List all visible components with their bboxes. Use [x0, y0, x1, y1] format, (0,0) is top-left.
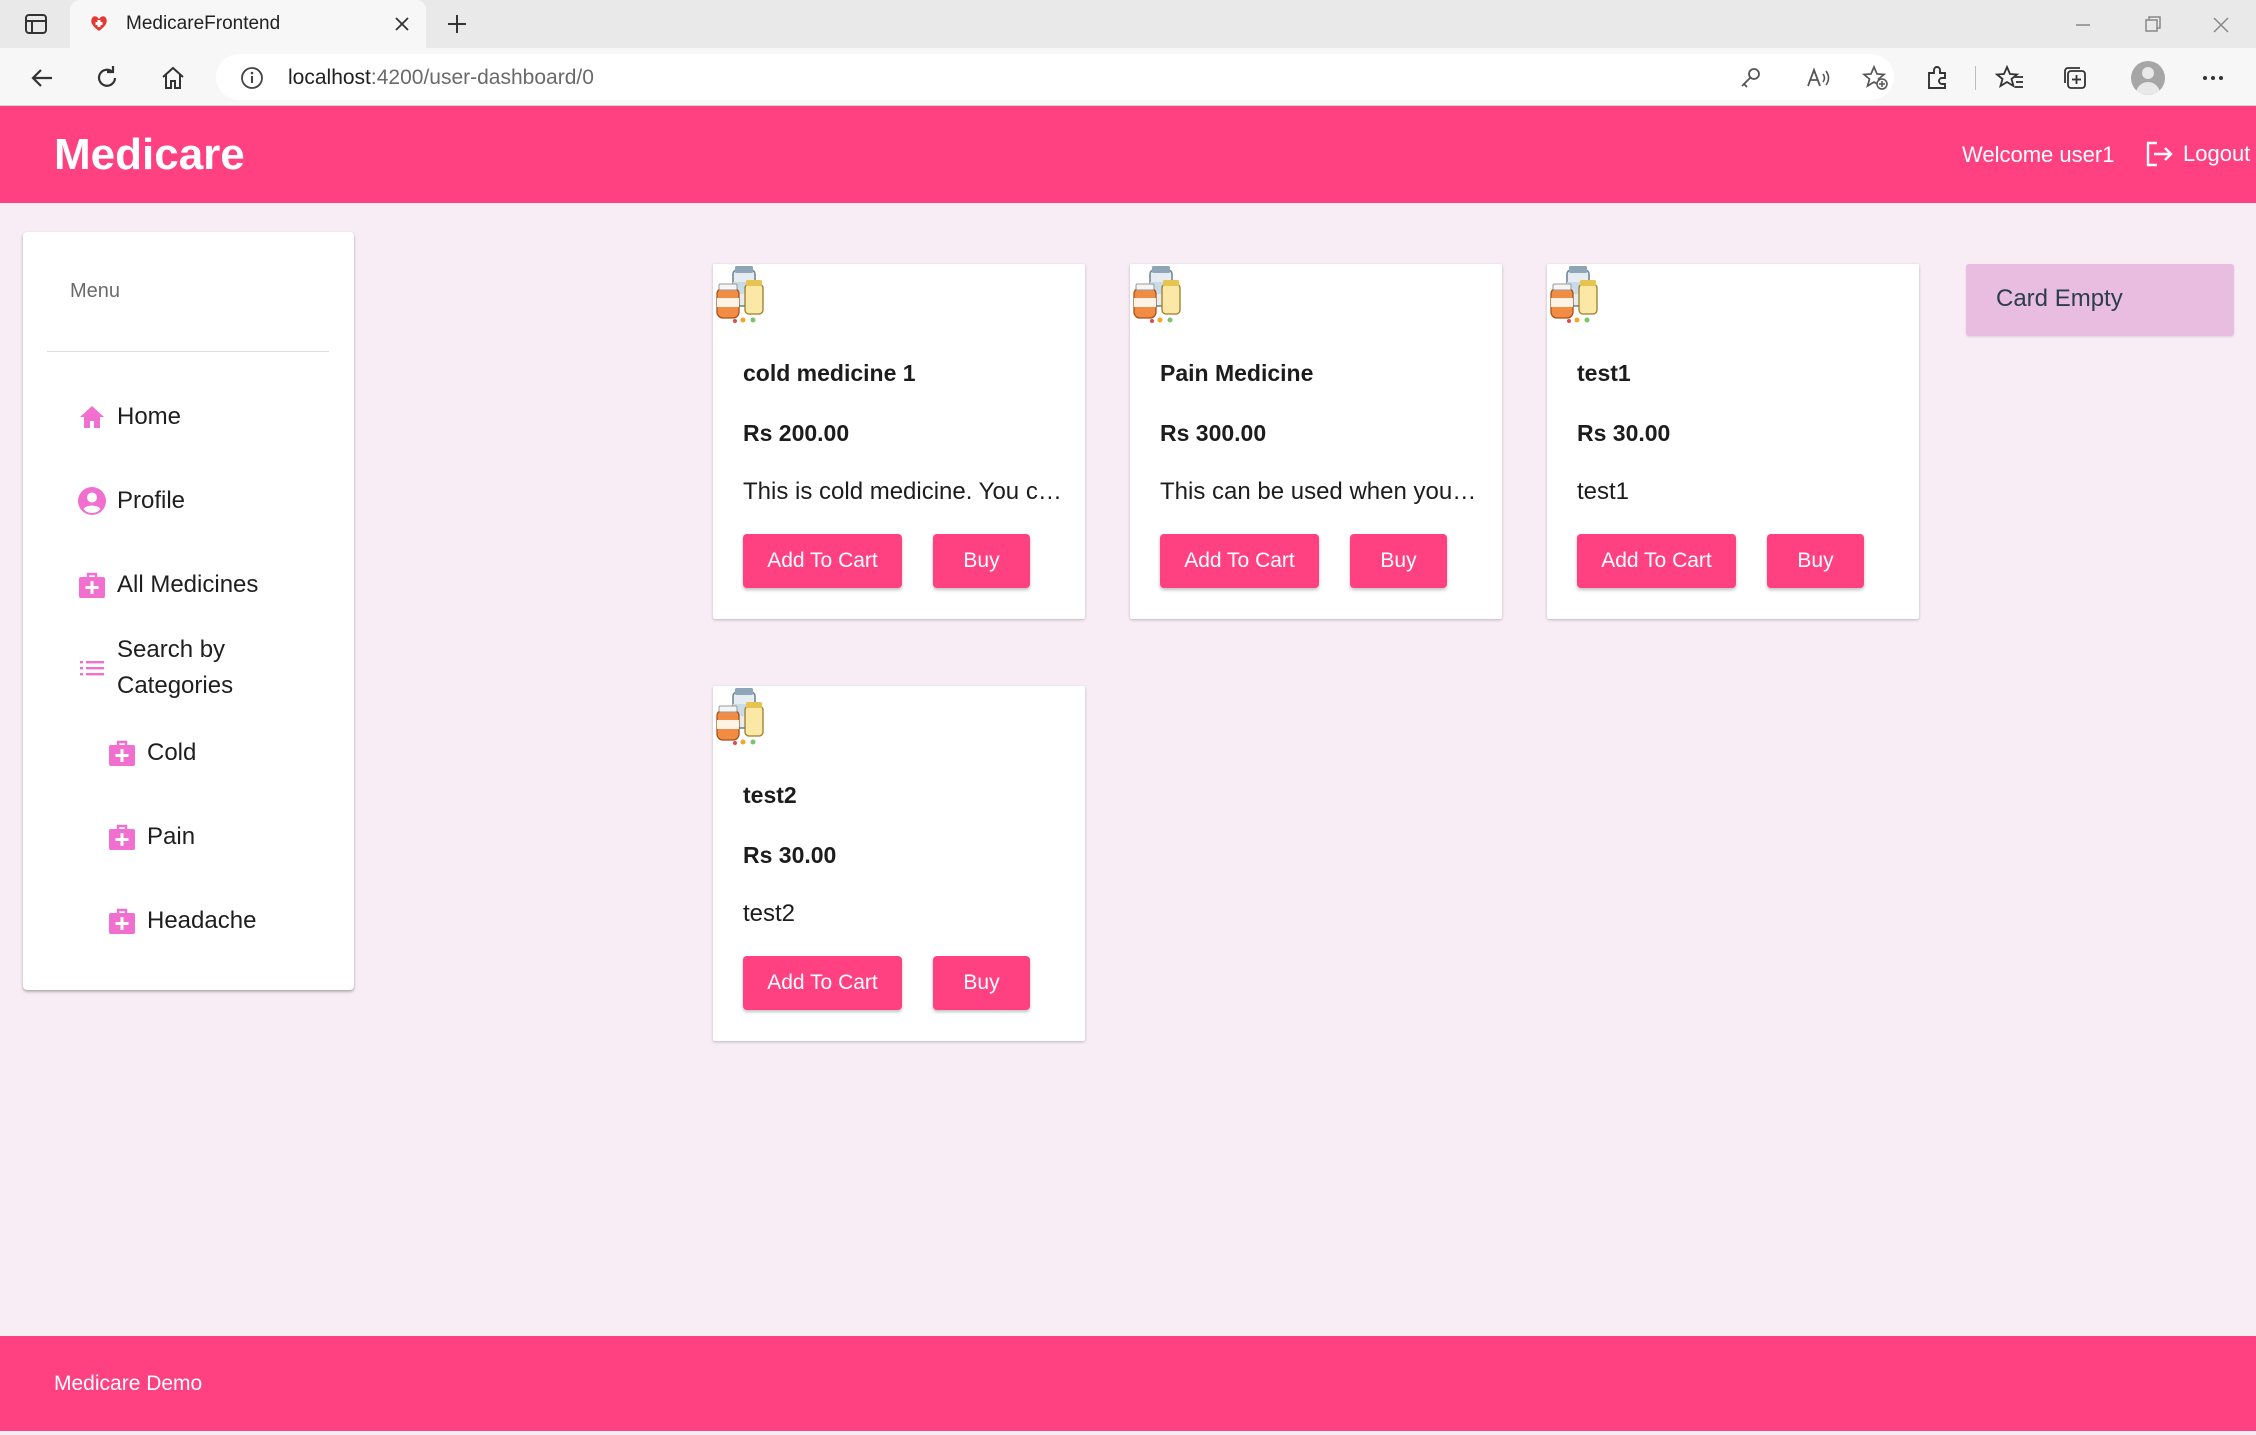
product-card: cold medicine 1 Rs 200.00 This is cold m… [713, 264, 1085, 619]
sidebar-item-label: All Medicines [117, 571, 259, 598]
sidebar-item-cold[interactable]: Cold [107, 738, 196, 768]
back-icon[interactable] [27, 63, 57, 93]
sidebar-item-label: Pain [147, 823, 196, 850]
favicon-icon [91, 16, 107, 31]
cart-status-text: Card Empty [1996, 285, 2123, 312]
more-options-icon[interactable] [2198, 63, 2228, 93]
menu-divider [47, 351, 329, 352]
product-card: test1 Rs 30.00 test1 Add To Cart Buy [1547, 264, 1919, 619]
home-browser-icon[interactable] [158, 63, 188, 93]
product-name: cold medicine 1 [743, 360, 916, 386]
app-footer: Medicare Demo [0, 1336, 2256, 1431]
product-name: test2 [743, 782, 797, 808]
sidebar-item-search-by-categories[interactable]: Search by Categories [77, 632, 277, 704]
address-bar[interactable]: localhost:4200/user-dashboard/0 [216, 54, 1894, 100]
medicine-bottles-image [1133, 266, 1181, 323]
product-price: Rs 30.00 [1577, 420, 1671, 446]
welcome-text: Welcome user1 [1962, 142, 2115, 167]
site-info-icon[interactable] [240, 66, 264, 90]
medicine-bottles-image [716, 266, 764, 323]
browser-tab-strip: MedicareFrontend [0, 0, 2256, 48]
refresh-icon[interactable] [92, 63, 122, 93]
account-circle-icon [78, 487, 106, 515]
sidebar-item-label: Home [117, 403, 182, 430]
restore-icon[interactable] [2140, 12, 2166, 38]
minimize-icon[interactable] [2070, 12, 2096, 38]
read-aloud-icon[interactable] [1804, 64, 1832, 92]
sidebar-item-all-medicines[interactable]: All Medicines [77, 570, 258, 600]
buy-button[interactable]: Buy [933, 956, 1030, 1010]
medical-bag-icon [109, 824, 135, 850]
close-tab-icon[interactable] [392, 14, 412, 34]
browser-toolbar: localhost:4200/user-dashboard/0 [0, 48, 2256, 106]
sidebar-item-label: Profile [117, 487, 186, 514]
sidebar-item-profile[interactable]: Profile [77, 486, 185, 516]
url-path: :4200/user-dashboard/0 [370, 66, 594, 89]
sidebar-item-headache[interactable]: Headache [107, 906, 256, 936]
buy-button[interactable]: Buy [1767, 534, 1864, 588]
add-to-cart-button[interactable]: Add To Cart [743, 534, 902, 588]
add-to-cart-button[interactable]: Add To Cart [1160, 534, 1319, 588]
app-header: Medicare Welcome user1 Logout [0, 106, 2256, 203]
medicine-bottles-image [716, 688, 764, 745]
footer-text: Medicare Demo [54, 1372, 203, 1395]
key-icon[interactable] [1736, 64, 1764, 92]
collections-icon[interactable] [2060, 63, 2090, 93]
product-description: This can be used when you have pain [1160, 478, 1482, 505]
product-name: test1 [1577, 360, 1631, 386]
list-icon [80, 661, 104, 676]
medical-bag-icon [109, 908, 135, 934]
logout-button[interactable]: Logout [2143, 138, 2250, 170]
medicine-bottles-image [1550, 266, 1598, 323]
sidebar-item-label: Cold [147, 739, 197, 766]
product-card: test2 Rs 30.00 test2 Add To Cart Buy [713, 686, 1085, 1041]
tab-title: MedicareFrontend [126, 13, 281, 34]
home-icon [80, 406, 104, 428]
product-price: Rs 200.00 [743, 420, 850, 446]
profile-avatar[interactable] [2131, 61, 2165, 95]
close-window-icon[interactable] [2208, 12, 2234, 38]
product-card: Pain Medicine Rs 300.00 This can be used… [1130, 264, 1502, 619]
sidebar-item-pain[interactable]: Pain [107, 822, 195, 852]
product-description: test2 [743, 900, 796, 927]
url-host: localhost [288, 66, 371, 89]
extensions-icon[interactable] [1922, 63, 1952, 93]
product-price: Rs 300.00 [1160, 420, 1267, 446]
buy-button[interactable]: Buy [933, 534, 1030, 588]
product-price: Rs 30.00 [743, 842, 837, 868]
product-description: test1 [1577, 478, 1630, 505]
sidebar-menu: Menu Home Profile All Medicines Search b… [23, 232, 354, 990]
product-description: This is cold medicine. You can use it fo… [743, 478, 1065, 505]
medical-bag-icon [109, 740, 135, 766]
brand-title[interactable]: Medicare [54, 130, 245, 180]
tab-actions-icon[interactable] [22, 10, 50, 38]
logout-icon [2146, 141, 2173, 167]
buy-button[interactable]: Buy [1350, 534, 1447, 588]
add-to-cart-button[interactable]: Add To Cart [1577, 534, 1736, 588]
product-name: Pain Medicine [1160, 360, 1314, 386]
menu-title: Menu [70, 280, 121, 302]
sidebar-item-home[interactable]: Home [77, 402, 181, 432]
add-to-cart-button[interactable]: Add To Cart [743, 956, 902, 1010]
sidebar-item-label: Search by Categories [117, 636, 234, 699]
browser-tab[interactable]: MedicareFrontend [70, 0, 426, 48]
new-tab-icon[interactable] [443, 10, 471, 38]
logout-label: Logout [2183, 141, 2251, 166]
favorites-icon[interactable] [1995, 63, 2025, 93]
toolbar-divider [1975, 66, 1976, 90]
sidebar-item-label: Headache [147, 907, 257, 934]
cart-status-panel[interactable]: Card Empty [1966, 264, 2234, 336]
add-favorite-icon[interactable] [1861, 64, 1889, 92]
url-text[interactable]: localhost:4200/user-dashboard/0 [288, 66, 594, 90]
medical-bag-icon [79, 572, 105, 598]
